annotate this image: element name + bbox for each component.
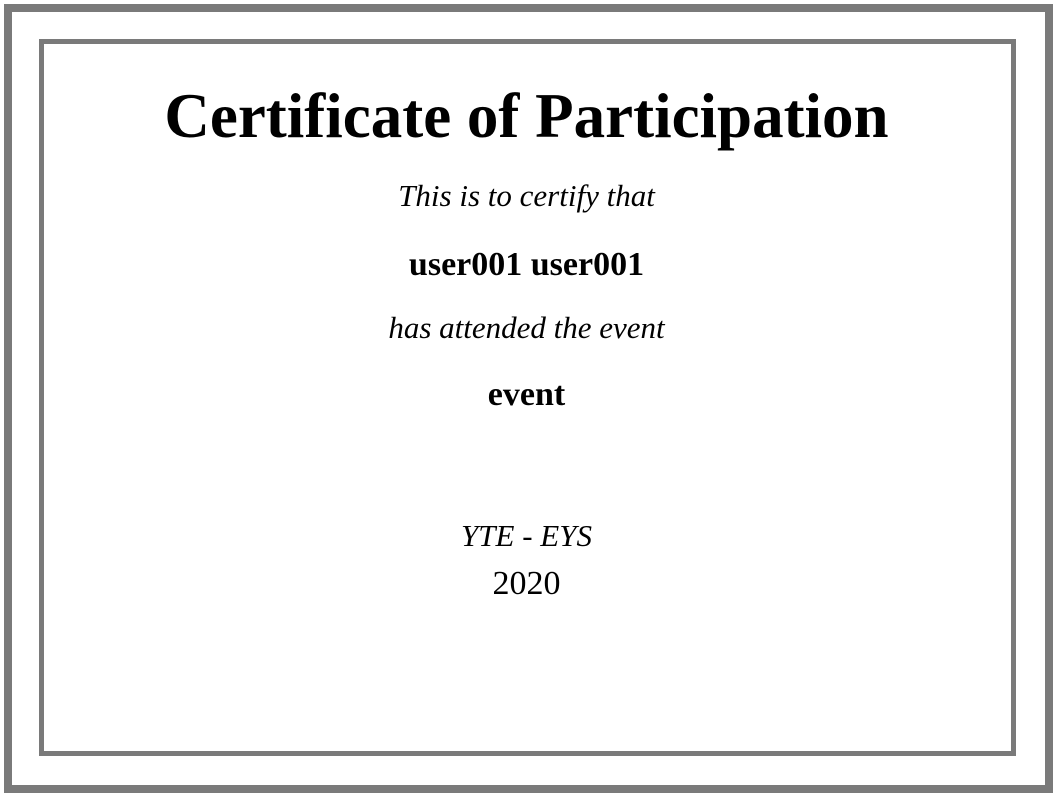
certify-text: This is to certify that (398, 178, 655, 213)
certificate-year: 2020 (492, 565, 561, 602)
attended-text: has attended the event (388, 310, 665, 345)
event-name: event (487, 376, 566, 413)
recipient-name: user001 user001 (408, 246, 645, 283)
organizer-name: YTE - EYS (461, 518, 592, 553)
certificate-title: Certificate of Participation (164, 81, 889, 151)
